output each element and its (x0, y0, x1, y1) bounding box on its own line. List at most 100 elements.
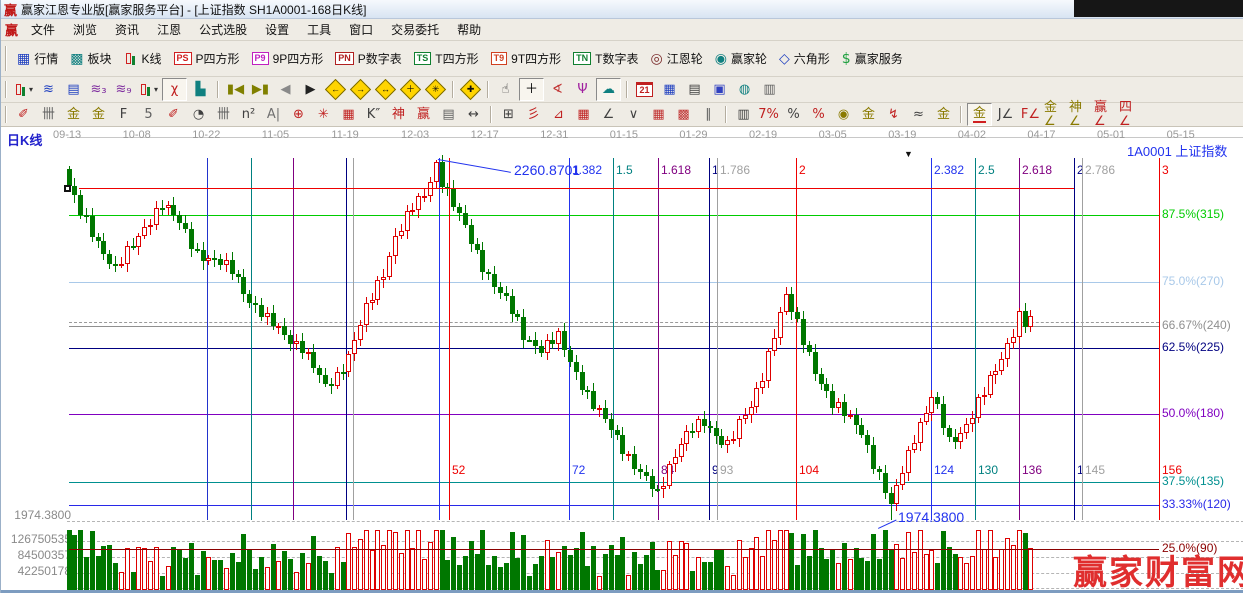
percent-line-button[interactable]: % (807, 104, 830, 125)
export-web-button[interactable]: ◍ (733, 79, 756, 100)
brush-mark-button[interactable]: ↯ (882, 104, 905, 125)
scale-list-button[interactable]: ▥ (732, 104, 755, 125)
t-square-button[interactable]: TST四方形 (408, 48, 485, 69)
zoom-out-all-button[interactable]: ✳ (424, 79, 447, 100)
info-memo-button[interactable]: ▤ (62, 79, 85, 100)
gann-web-button[interactable]: Ψ (571, 79, 594, 100)
sectors-button[interactable]: ▩板块 (64, 48, 117, 69)
9p-square-button[interactable]: P99P四方形 (246, 48, 330, 69)
valley-button[interactable]: ∨ (622, 104, 645, 125)
p-number-table-button[interactable]: PNP数字表 (329, 48, 408, 69)
gold-sieve-2-button[interactable]: 金 (87, 104, 110, 125)
crosshair-button[interactable]: ＋ (519, 78, 544, 101)
f-angle-button[interactable]: F∠ (1019, 104, 1042, 125)
gold-level-button[interactable]: 金 (857, 104, 880, 125)
angle-measure-button[interactable]: ∢ (546, 79, 569, 100)
ying-tool-button[interactable]: 赢 (412, 104, 435, 125)
nav-first-button[interactable]: ▮◀ (224, 79, 247, 100)
n-square-button[interactable]: n² (237, 104, 260, 125)
gold-sieve-1-button[interactable]: 金 (62, 104, 85, 125)
nav-last-button[interactable]: ▶▮ (249, 79, 272, 100)
zoom-in-x-button[interactable]: → (349, 79, 372, 100)
nav-next-button[interactable]: ▶ (299, 79, 322, 100)
angle-set-button[interactable]: ∠ (597, 104, 620, 125)
kline-chart-canvas[interactable]: 日K线 1A0001 上证指数 ▼ 赢家财富网 09-1310-0810-221… (1, 127, 1243, 593)
trendline-handle[interactable] (64, 185, 71, 192)
menu-item-工具[interactable]: 工具 (298, 19, 340, 40)
trend-view-button[interactable]: ≋ (37, 79, 60, 100)
cloud-tool-button[interactable]: ☁ (596, 78, 621, 101)
price-grid-1-button[interactable]: ▦ (647, 104, 670, 125)
spiral-button[interactable]: 5 (137, 104, 160, 125)
fan-triangle-button[interactable]: ⊿ (547, 104, 570, 125)
a-mirror-button[interactable]: A| (262, 104, 285, 125)
hexagon-button[interactable]: ◇六角形 (773, 48, 836, 69)
price-grid-2-button[interactable]: ▩ (672, 104, 695, 125)
menu-item-窗口[interactable]: 窗口 (340, 19, 382, 40)
menu-item-浏览[interactable]: 浏览 (64, 19, 106, 40)
tick-ruler-2-button[interactable]: 卌 (212, 104, 235, 125)
k-quote-button[interactable]: K″ (362, 104, 385, 125)
title-bar[interactable]: 赢 赢家江恩专业版[赢家服务平台] - [上证指数 SH1A0001-168日K… (1, 0, 1243, 19)
winner-wheel-button[interactable]: ◉赢家轮 (709, 48, 773, 69)
grid-web-button[interactable]: ▦ (337, 104, 360, 125)
calendar-button[interactable]: 21 (633, 79, 656, 100)
menu-item-江恩[interactable]: 江恩 (148, 19, 190, 40)
pan-hand-button[interactable]: ☝ (494, 79, 517, 100)
save-button[interactable]: ▣ (708, 79, 731, 100)
menu-item-帮助[interactable]: 帮助 (448, 19, 490, 40)
kline-period-button[interactable]: ▾ (12, 79, 35, 100)
gold-underline-button[interactable]: 金 (932, 104, 955, 125)
fan-lines-button[interactable]: 彡 (522, 104, 545, 125)
menu-item-交易委托[interactable]: 交易委托 (382, 19, 448, 40)
gold-selected-button[interactable]: 金 (967, 103, 992, 126)
t-number-table-button[interactable]: TNT数字表 (567, 48, 644, 69)
j-angle-button[interactable]: J∠ (994, 104, 1017, 125)
tick-ruler-button[interactable]: 卌 (37, 104, 60, 125)
shen-angle-button[interactable]: 神∠ (1069, 104, 1092, 125)
draw-knife-button[interactable]: ✐ (12, 104, 35, 125)
kline-button[interactable]: K线 (118, 48, 168, 69)
gold-angle-button[interactable]: 金∠ (1044, 104, 1067, 125)
gann-wheel-button[interactable]: ◎江恩轮 (645, 48, 709, 69)
nav-prev-button[interactable]: ◀ (274, 79, 297, 100)
menu-item-设置[interactable]: 设置 (256, 19, 298, 40)
menu-item-公式选股[interactable]: 公式选股 (190, 19, 256, 40)
9t-square-button[interactable]: T99T四方形 (485, 48, 568, 69)
report-button[interactable]: ▤ (683, 79, 706, 100)
percent-7-button[interactable]: 7% (757, 104, 780, 125)
ying-angle-button[interactable]: 赢∠ (1094, 104, 1117, 125)
f-ruler-button[interactable]: F (112, 104, 135, 125)
volume-profile-button[interactable]: ▙ (189, 79, 212, 100)
knife-2-button[interactable]: ✐ (162, 104, 185, 125)
quotes-button[interactable]: ▦行情 (11, 48, 64, 69)
move-view-button[interactable]: ✚ (459, 79, 482, 100)
kline-style-button[interactable]: ▾ (137, 79, 160, 100)
child-window-icon[interactable]: 赢 (5, 20, 18, 39)
cycle-clock-button[interactable]: ◔ (187, 104, 210, 125)
menu-item-文件[interactable]: 文件 (22, 19, 64, 40)
gold-circle-button[interactable]: ◉ (832, 104, 855, 125)
ruler-123-button[interactable]: ▤ (437, 104, 460, 125)
parallel-lines-button[interactable]: ∥ (697, 104, 720, 125)
wave-tool-button[interactable]: ≈ (907, 104, 930, 125)
compass-button[interactable]: ⊕ (287, 104, 310, 125)
pattern-box-button[interactable]: χ (162, 78, 187, 101)
zoom-in-all-button[interactable]: ＋ (399, 79, 422, 100)
fan-grid-button[interactable]: ▦ (572, 104, 595, 125)
ma-3-button[interactable]: ≋₃ (87, 79, 110, 100)
percent-button[interactable]: % (782, 104, 805, 125)
p-square-button[interactable]: PSP四方形 (168, 48, 246, 69)
h-stretch-button[interactable]: ↔ (462, 104, 485, 125)
zoom-fit-x-button[interactable]: ↔ (374, 79, 397, 100)
calculator-button[interactable]: ▦ (658, 79, 681, 100)
winner-service-button[interactable]: $赢家服务 (836, 48, 909, 69)
box-axes-button[interactable]: ⊞ (497, 104, 520, 125)
send-to-pc-button[interactable]: ▥ (758, 79, 781, 100)
shen-tool-button[interactable]: 神 (387, 104, 410, 125)
ma-9-button[interactable]: ≋₉ (112, 79, 135, 100)
menu-item-资讯[interactable]: 资讯 (106, 19, 148, 40)
radial-web-button[interactable]: ✳ (312, 104, 335, 125)
zoom-out-x-button[interactable]: ← (324, 79, 347, 100)
si-angle-button[interactable]: 四∠ (1119, 104, 1142, 125)
